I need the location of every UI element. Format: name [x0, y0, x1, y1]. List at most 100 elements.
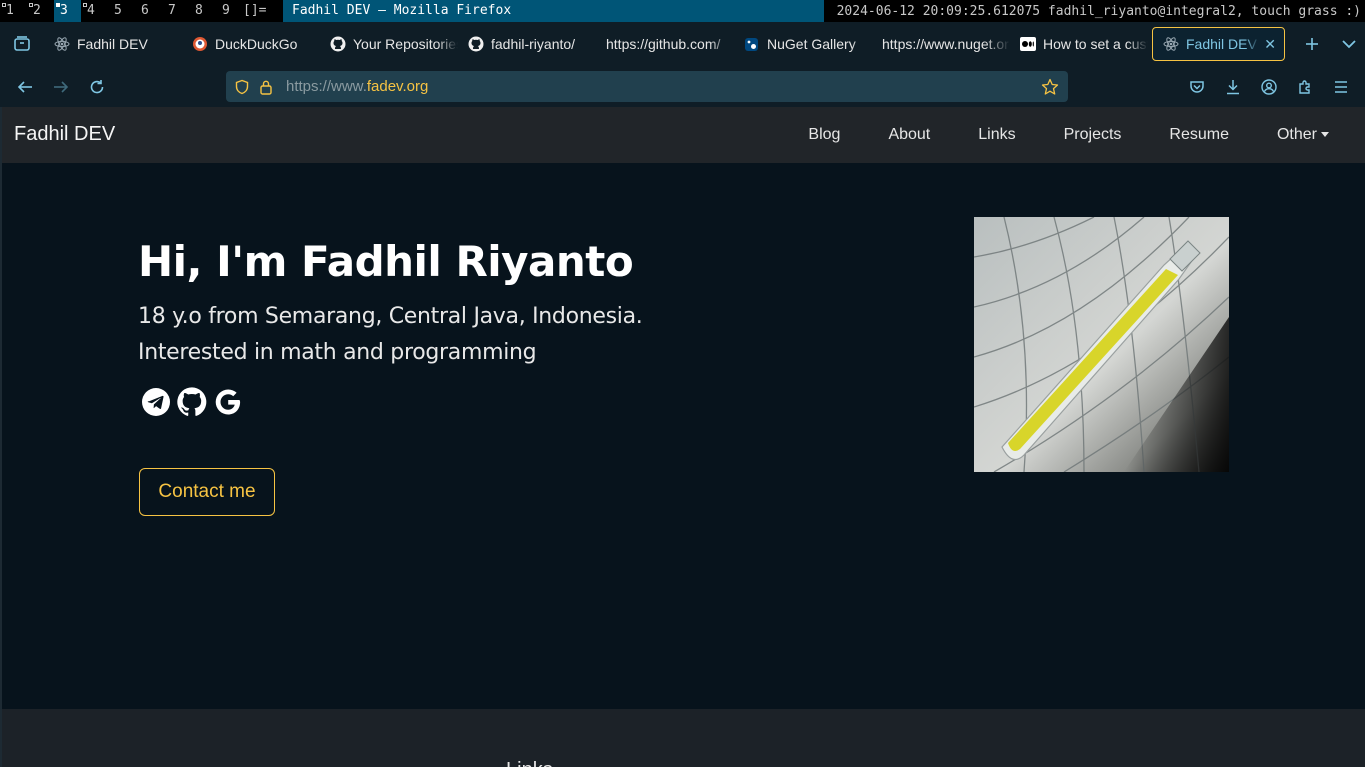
profile-photo — [974, 217, 1229, 472]
workspace-7[interactable]: 7 — [162, 0, 189, 22]
url-host: fadev.org — [366, 78, 429, 95]
puzzle-icon — [1299, 79, 1310, 94]
account-button[interactable] — [1251, 66, 1287, 107]
plus-icon — [1306, 38, 1318, 50]
menu-item-other-label: Other — [1276, 126, 1317, 143]
caret-down-icon — [1321, 132, 1329, 138]
workspace-label: 4 — [87, 3, 95, 18]
forward-button[interactable] — [43, 66, 79, 107]
tab[interactable]: Your Repositories — [320, 27, 458, 61]
status-text: 2024-06-12 20:09:25.612075 fadhil_riyant… — [836, 3, 1361, 19]
workspace-2[interactable]: 2 — [27, 0, 54, 22]
workspace-indicator — [29, 3, 33, 7]
tab-label: https://www.nuget.org — [882, 36, 1010, 52]
workspace-5[interactable]: 5 — [108, 0, 135, 22]
menu-item-resume[interactable]: Resume — [1169, 126, 1229, 144]
tab-label: NuGet Gallery — [767, 36, 856, 52]
footer-heading: Links — [506, 759, 553, 767]
menu-item-links[interactable]: Links — [978, 126, 1015, 144]
hero-subtitle: 18 y.o from Semarang, Central Java, Indo… — [138, 304, 643, 329]
hero-title: Hi, I'm Fadhil Riyanto — [138, 237, 634, 286]
menu-item-about[interactable]: About — [888, 126, 930, 144]
workspace-8[interactable]: 8 — [189, 0, 216, 22]
close-icon[interactable]: ✕ — [1264, 36, 1276, 53]
shield-icon[interactable] — [232, 77, 252, 97]
tab[interactable]: DuckDuckGo — [182, 27, 320, 61]
tab-label: How to set a custom — [1043, 36, 1148, 52]
hamburger-menu-icon — [1335, 80, 1347, 93]
tab[interactable]: fadhil-riyanto/ — [458, 27, 596, 61]
tab-label: fadhil-riyanto/ — [491, 36, 576, 52]
workspace-indicator — [56, 3, 60, 7]
firefox-view-button[interactable] — [0, 22, 44, 66]
downloads-button[interactable] — [1215, 66, 1251, 107]
firefox-view-icon — [14, 36, 30, 51]
site-brand[interactable]: Fadhil DEV — [14, 123, 115, 146]
hero-interests: Interested in math and programming — [138, 340, 537, 365]
app-menu-button[interactable] — [1323, 66, 1359, 107]
back-arrow-icon — [17, 80, 32, 93]
tab-label: DuckDuckGo — [215, 36, 298, 52]
tab[interactable]: How to set a custom — [1010, 27, 1148, 61]
react-icon — [1163, 36, 1179, 52]
social-links — [140, 386, 248, 418]
footer-section: Links — [2, 709, 1365, 767]
lock-icon[interactable] — [256, 77, 276, 97]
toolbar-right — [1179, 66, 1359, 107]
new-tab-button[interactable] — [1295, 22, 1329, 66]
tab[interactable]: https://github.com/ — [596, 27, 734, 61]
extensions-button[interactable] — [1287, 66, 1323, 107]
tab-bar: Fadhil DEV DuckDuckGo Your Repositories … — [0, 22, 1365, 66]
workspace-label: 7 — [168, 3, 176, 18]
navigation-toolbar: https://www.fadev.org — [0, 66, 1365, 107]
tab[interactable]: https://www.nuget.org — [872, 27, 1010, 61]
pocket-button[interactable] — [1179, 66, 1215, 107]
account-icon — [1261, 78, 1277, 95]
back-button[interactable] — [7, 66, 43, 107]
bookmark-star-icon[interactable] — [1040, 77, 1060, 97]
list-all-tabs-button[interactable] — [1329, 22, 1365, 66]
reload-icon — [90, 79, 104, 93]
workspace-indicator — [83, 3, 87, 7]
tab-label: Fadhil DEV — [77, 36, 148, 52]
tab-label: Your Repositories — [353, 36, 458, 52]
workspace-3[interactable]: 3 — [54, 0, 81, 22]
google-icon[interactable] — [212, 386, 244, 418]
workspace-label: 8 — [195, 3, 203, 18]
workspace-label: 6 — [141, 3, 149, 18]
tab-active[interactable]: Fadhil DEV ✕ — [1152, 27, 1285, 61]
layout-indicator[interactable]: []= — [243, 0, 283, 22]
workspace-1[interactable]: 1 — [0, 0, 27, 22]
site-navbar: Fadhil DEV Blog About Links Projects Res… — [2, 107, 1365, 163]
workspace-4[interactable]: 4 — [81, 0, 108, 22]
nuget-icon — [744, 36, 760, 52]
reload-button[interactable] — [79, 66, 115, 107]
window-title: Fadhil DEV — Mozilla Firefox — [283, 0, 824, 22]
menu-item-other-dropdown[interactable]: Other — [1277, 126, 1329, 144]
telegram-icon[interactable] — [140, 386, 172, 418]
github-icon — [468, 36, 484, 52]
workspace-label: 5 — [114, 3, 122, 18]
download-icon — [1227, 79, 1239, 94]
workspace-indicator — [2, 3, 6, 7]
url-prefix: https://www. — [286, 78, 367, 95]
chevron-down-icon — [1342, 40, 1356, 49]
menu-item-projects[interactable]: Projects — [1064, 126, 1122, 144]
workspace-label: 9 — [222, 3, 230, 18]
github-icon[interactable] — [176, 386, 208, 418]
forward-arrow-icon — [54, 80, 69, 93]
workspace-9[interactable]: 9 — [216, 0, 243, 22]
menu-item-blog[interactable]: Blog — [808, 126, 840, 144]
tab[interactable]: Fadhil DEV — [44, 27, 182, 61]
workspace-6[interactable]: 6 — [135, 0, 162, 22]
contact-me-button[interactable]: Contact me — [139, 468, 275, 516]
tab-label: Fadhil DEV — [1186, 36, 1257, 52]
url-text[interactable]: https://www.fadev.org — [286, 78, 1040, 95]
tab-label: https://github.com/ — [606, 36, 721, 52]
url-bar[interactable]: https://www.fadev.org — [226, 71, 1068, 102]
duckduckgo-icon — [192, 36, 208, 52]
page-content: Fadhil DEV Blog About Links Projects Res… — [0, 107, 1365, 767]
workspace-label: 3 — [60, 3, 68, 18]
medium-icon — [1020, 36, 1036, 52]
tab[interactable]: NuGet Gallery — [734, 27, 872, 61]
